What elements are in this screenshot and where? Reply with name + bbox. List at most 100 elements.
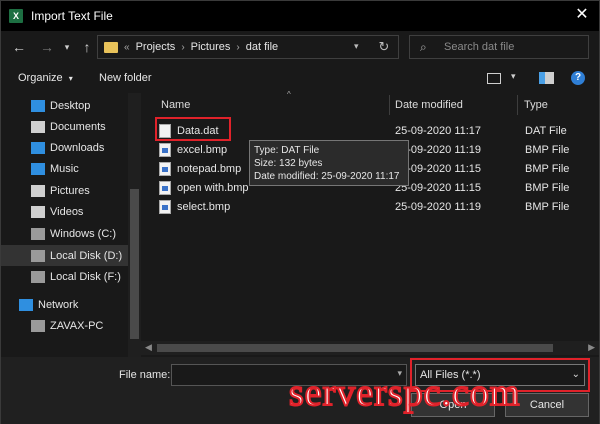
refresh-icon[interactable]: ↻ bbox=[376, 39, 392, 55]
nav-item[interactable]: Network bbox=[1, 294, 128, 315]
scroll-right-icon[interactable]: ▶ bbox=[588, 342, 595, 353]
column-header-name[interactable]: Name ^ bbox=[161, 90, 391, 117]
file-name: select.bmp bbox=[177, 200, 231, 213]
watermark: serverspc.com bbox=[288, 371, 521, 415]
excel-app-icon: X bbox=[9, 9, 23, 23]
tooltip-type: Type: DAT File bbox=[254, 145, 320, 156]
address-bar[interactable]: « Projects › Pictures › dat file ▾ ↻ bbox=[97, 35, 399, 59]
documents-icon bbox=[31, 120, 45, 133]
help-icon[interactable]: ? bbox=[571, 71, 585, 85]
breadcrumb-pictures[interactable]: Pictures bbox=[191, 41, 231, 53]
videos-icon bbox=[31, 205, 45, 218]
file-date-modified: 25-09-2020 11:19 bbox=[395, 200, 482, 213]
title-bar: X Import Text File ✕ bbox=[1, 1, 599, 31]
view-dropdown-icon[interactable]: ▾ bbox=[511, 71, 516, 82]
breadcrumb-projects[interactable]: Projects bbox=[136, 41, 176, 53]
sort-ascending-icon: ^ bbox=[287, 90, 291, 99]
network-icon bbox=[19, 298, 33, 311]
view-options-icon[interactable] bbox=[487, 73, 501, 84]
file-name-label: File name: bbox=[119, 369, 171, 381]
horizontal-scroll-thumb[interactable] bbox=[157, 344, 553, 352]
breadcrumb-separator-icon: › bbox=[236, 41, 240, 53]
nav-item[interactable]: Pictures bbox=[1, 180, 128, 201]
nav-pane-scroll-thumb[interactable] bbox=[130, 189, 139, 339]
organize-button[interactable]: Organize ▾ bbox=[18, 72, 73, 84]
selected-file-highlight bbox=[155, 117, 231, 141]
computer-icon bbox=[31, 319, 45, 332]
search-placeholder: Search dat file bbox=[444, 41, 515, 53]
nav-item-label: Pictures bbox=[50, 184, 90, 197]
file-date-modified: 25-09-2020 11:17 bbox=[395, 124, 482, 137]
nav-item-label: Network bbox=[38, 298, 79, 311]
bmp-file-icon bbox=[159, 161, 171, 176]
nav-item-label: ZAVAX-PC bbox=[50, 319, 104, 332]
nav-item[interactable]: ZAVAX-PC bbox=[1, 315, 128, 336]
import-text-file-dialog: X Import Text File ✕ ← → ▾ ↑ « Projects … bbox=[0, 0, 600, 424]
column-header-date-modified[interactable]: Date modified bbox=[395, 93, 515, 117]
file-list: Name ^ Date modified Type Data.dat 25-09-… bbox=[141, 90, 599, 357]
nav-item-label: Documents bbox=[50, 120, 106, 133]
organize-label: Organize bbox=[18, 72, 63, 84]
nav-item[interactable]: Windows (C:) bbox=[1, 223, 128, 244]
nav-item-label: Videos bbox=[50, 205, 84, 218]
drive-icon bbox=[31, 249, 45, 262]
search-box[interactable]: ⌕ Search dat file bbox=[409, 35, 589, 59]
breadcrumb-separator-icon: › bbox=[181, 41, 185, 53]
pictures-icon bbox=[31, 184, 45, 197]
column-divider[interactable] bbox=[389, 95, 390, 115]
chevron-down-icon: ▾ bbox=[68, 74, 73, 83]
nav-item[interactable]: Documents bbox=[1, 116, 128, 137]
file-type: BMP File bbox=[525, 200, 570, 213]
bmp-file-icon bbox=[159, 142, 171, 157]
bmp-file-icon bbox=[159, 180, 171, 195]
column-divider[interactable] bbox=[517, 95, 518, 115]
file-type: BMP File bbox=[525, 143, 570, 156]
breadcrumb-dat-file[interactable]: dat file bbox=[246, 41, 278, 53]
command-toolbar: Organize ▾ New folder ▾ ? bbox=[1, 65, 599, 93]
scroll-left-icon[interactable]: ◀ bbox=[145, 342, 152, 353]
nav-item-label: Music bbox=[50, 162, 79, 175]
nav-item-label: Local Disk (D:) bbox=[50, 249, 123, 262]
breadcrumb-overflow[interactable]: « bbox=[124, 42, 130, 53]
tooltip-size: Size: 132 bytes bbox=[254, 158, 323, 169]
file-info-tooltip: Type: DAT File Size: 132 bytes Date modi… bbox=[249, 140, 409, 186]
drive-icon bbox=[31, 227, 45, 240]
file-type: BMP File bbox=[525, 181, 570, 194]
nav-item-label: Local Disk (F:) bbox=[50, 270, 121, 283]
downloads-icon bbox=[31, 141, 45, 154]
navigation-pane: Desktop Documents Downloads Music Pictures Vi… bbox=[1, 93, 141, 357]
nav-item[interactable]: Downloads bbox=[1, 137, 128, 158]
drive-icon bbox=[31, 270, 45, 283]
up-arrow-icon[interactable]: ↑ bbox=[77, 37, 97, 57]
nav-item[interactable]: Desktop bbox=[1, 95, 128, 116]
preview-pane-icon[interactable] bbox=[539, 72, 554, 84]
recent-locations-chevron-icon[interactable]: ▾ bbox=[57, 37, 77, 57]
nav-item-label: Desktop bbox=[50, 99, 91, 112]
back-arrow-icon[interactable]: ← bbox=[9, 37, 29, 57]
nav-item[interactable]: Videos bbox=[1, 201, 128, 222]
bmp-file-icon bbox=[159, 199, 171, 214]
nav-item[interactable]: Local Disk (D:) bbox=[1, 245, 128, 266]
file-type: BMP File bbox=[525, 162, 570, 175]
nav-item-label: Windows (C:) bbox=[50, 227, 117, 240]
nav-item[interactable]: Local Disk (F:) bbox=[1, 266, 128, 287]
nav-item-label: Downloads bbox=[50, 141, 105, 154]
column-name-label: Name bbox=[161, 99, 191, 111]
nav-item[interactable]: Music bbox=[1, 158, 128, 179]
navigation-row: ← → ▾ ↑ « Projects › Pictures › dat file… bbox=[1, 31, 599, 63]
new-folder-button[interactable]: New folder bbox=[99, 72, 152, 84]
folder-icon bbox=[104, 41, 118, 53]
search-icon: ⌕ bbox=[420, 39, 427, 54]
column-header-type[interactable]: Type bbox=[524, 93, 594, 117]
close-icon[interactable]: ✕ bbox=[573, 6, 591, 24]
file-row[interactable]: select.bmp 25-09-2020 11:19 BMP File bbox=[159, 197, 589, 216]
window-title: Import Text File bbox=[31, 9, 113, 23]
tooltip-date-modified: Date modified: 25-09-2020 11:17 bbox=[254, 171, 400, 182]
file-type: DAT File bbox=[525, 124, 567, 137]
desktop-icon bbox=[31, 99, 45, 112]
nav-pane-scrollbar[interactable] bbox=[128, 93, 141, 357]
file-list-horizontal-scrollbar[interactable]: ◀ ▶ bbox=[141, 341, 599, 355]
forward-arrow-icon[interactable]: → bbox=[37, 37, 57, 57]
music-icon bbox=[31, 162, 45, 175]
address-dropdown-icon[interactable]: ▾ bbox=[354, 41, 364, 52]
